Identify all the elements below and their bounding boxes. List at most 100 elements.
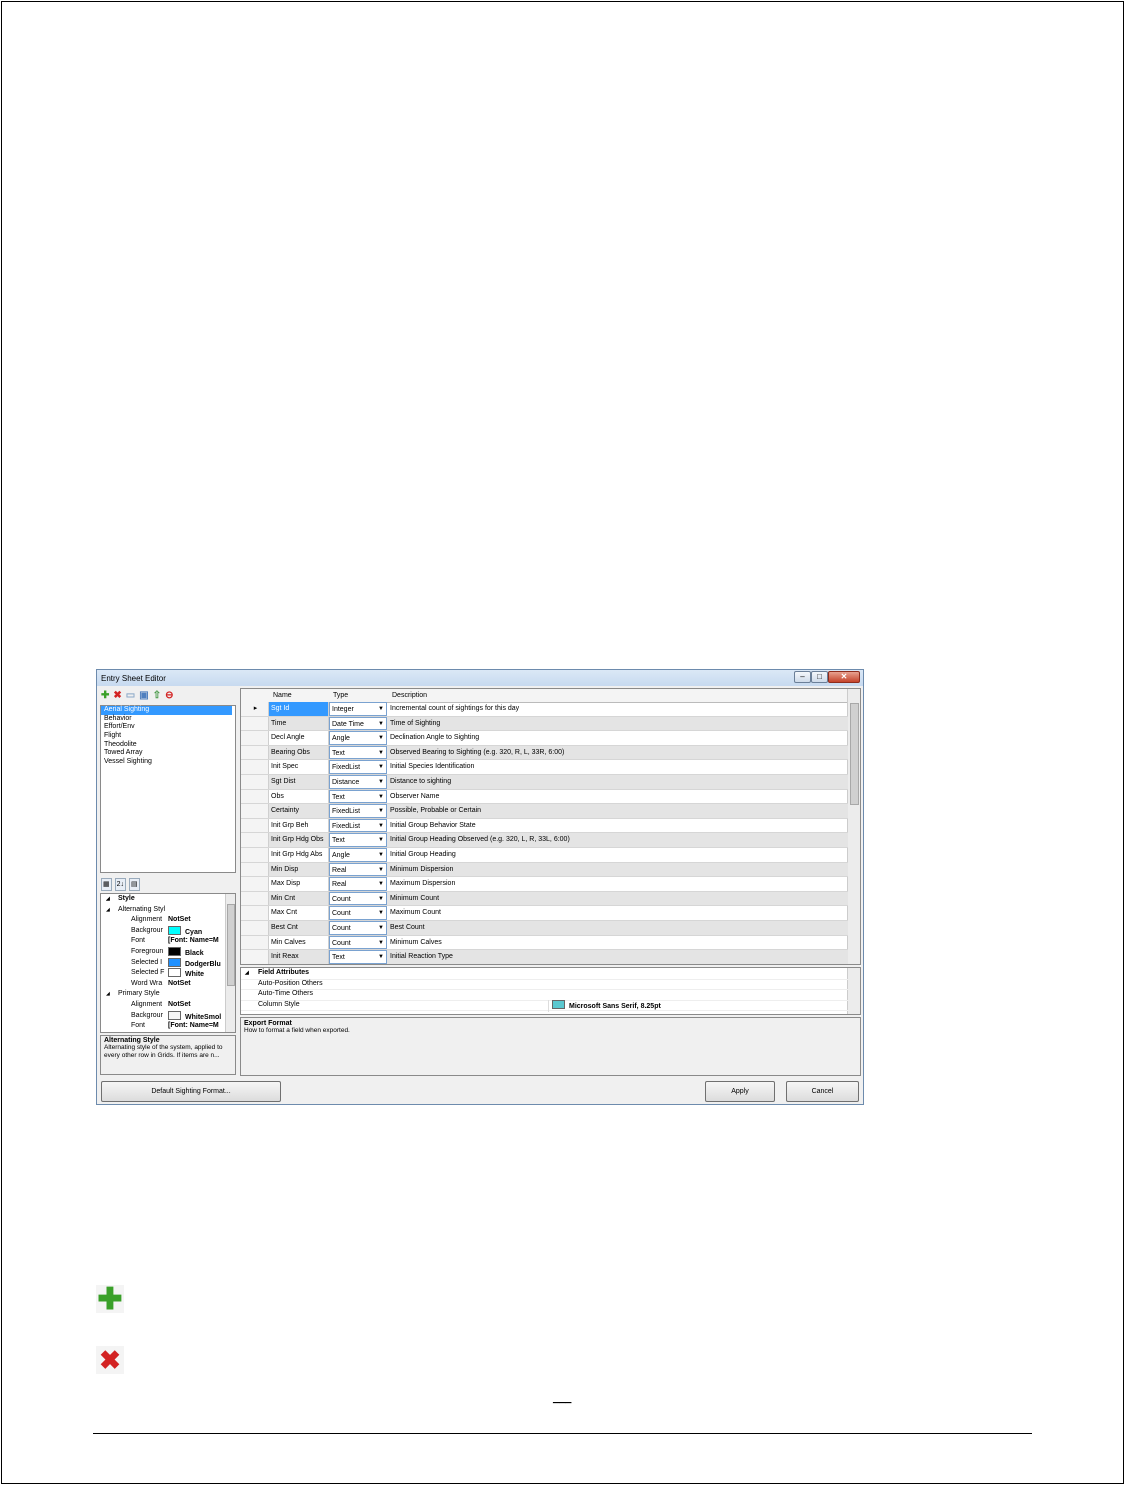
row-header[interactable] — [241, 906, 269, 920]
column-header-name[interactable]: Name — [273, 692, 292, 699]
field-name-cell[interactable]: Init Spec — [269, 760, 329, 774]
property-row[interactable]: Backgrour Cyan — [101, 925, 235, 937]
dropdown-arrow-icon[interactable]: ▼ — [378, 849, 384, 861]
sheet-list[interactable]: Aerial Sighting Behavior Effort/Env Flight T… — [100, 705, 236, 873]
dropdown-arrow-icon[interactable]: ▼ — [378, 732, 384, 744]
field-description-cell[interactable]: Maximum Dispersion — [388, 877, 848, 891]
table-row[interactable]: Bearing Obs Text ▼ Observed Bearing to Sigh… — [241, 745, 848, 761]
table-row[interactable]: Max Disp Real ▼ Maximum Dispersion — [241, 877, 848, 892]
table-row[interactable]: Min Calves Count ▼ Minimum Calves — [241, 935, 848, 951]
dropdown-arrow-icon[interactable]: ▼ — [378, 834, 384, 846]
table-row[interactable]: ▸ Sgt Id Integer ▼ Incremental count of sigh… — [241, 702, 848, 717]
table-row[interactable]: Init Spec FixedList ▼ Initial Species Ident… — [241, 760, 848, 775]
field-name-cell[interactable]: Sgt Id — [269, 702, 329, 716]
field-type-dropdown[interactable]: FixedList ▼ — [329, 804, 387, 818]
property-row[interactable]: Font [Font: Name=M — [101, 936, 235, 947]
field-name-cell[interactable]: Init Grp Beh — [269, 818, 329, 833]
table-row[interactable]: Min Cnt Count ▼ Minimum Count — [241, 891, 848, 907]
field-type-dropdown[interactable]: FixedList ▼ — [329, 818, 387, 833]
field-name-cell[interactable]: Sgt Dist — [269, 775, 329, 789]
field-description-cell[interactable]: Observer Name — [388, 790, 848, 804]
property-row[interactable]: Foregroun Black — [101, 946, 235, 958]
export-icon[interactable]: ⇧ — [153, 691, 161, 701]
field-type-dropdown[interactable]: Integer ▼ — [329, 702, 387, 716]
field-description-cell[interactable]: Declination Angle to Sighting — [388, 731, 848, 745]
stop-icon[interactable]: ⊖ — [165, 691, 173, 701]
dropdown-arrow-icon[interactable]: ▼ — [378, 893, 384, 905]
sheet-list-item[interactable]: Vessel Sighting — [101, 758, 235, 767]
property-row[interactable]: Font [Font: Name=M — [101, 1021, 235, 1032]
dropdown-arrow-icon[interactable]: ▼ — [378, 907, 384, 919]
property-value[interactable]: [Font: Name=M — [168, 936, 226, 947]
expander-icon[interactable]: ◢ — [106, 894, 110, 905]
dropdown-arrow-icon[interactable]: ▼ — [378, 805, 384, 817]
property-row[interactable]: Alignment NotSet — [101, 1000, 235, 1011]
delete-icon[interactable]: ✖ — [113, 691, 121, 701]
field-name-cell[interactable]: Init Grp Hdg Obs — [269, 833, 329, 847]
table-row[interactable]: Min Disp Real ▼ Minimum Dispersion — [241, 862, 848, 878]
expander-icon[interactable]: ◢ — [245, 968, 249, 979]
grid-scrollbar[interactable] — [847, 689, 860, 964]
expander-icon[interactable]: ◢ — [106, 905, 110, 916]
save-icon[interactable]: ▣ — [139, 691, 148, 701]
property-value[interactable]: NotSet — [168, 915, 226, 926]
property-row[interactable]: Word Wra NotSet — [101, 979, 235, 990]
table-row[interactable]: Init Grp Hdg Abs Angle ▼ Initial Group Head… — [241, 848, 848, 863]
property-category[interactable]: ◢ Alternating Styl — [101, 905, 235, 916]
dropdown-arrow-icon[interactable]: ▼ — [378, 820, 384, 832]
attributes-scrollbar[interactable] — [847, 968, 860, 1014]
dropdown-arrow-icon[interactable]: ▼ — [378, 878, 384, 890]
row-header[interactable] — [241, 833, 269, 847]
dropdown-arrow-icon[interactable]: ▼ — [378, 922, 384, 934]
table-row[interactable]: Time Date Time ▼ Time of Sighting — [241, 716, 848, 732]
row-header[interactable] — [241, 921, 269, 935]
dropdown-arrow-icon[interactable]: ▼ — [378, 761, 384, 773]
row-header[interactable] — [241, 862, 269, 877]
property-value[interactable]: [Font: Name=M — [168, 1021, 226, 1032]
property-category[interactable]: ◢ Primary Style — [101, 989, 235, 1000]
row-header[interactable]: ▸ — [241, 702, 269, 716]
field-name-cell[interactable]: Max Cnt — [269, 906, 329, 920]
dropdown-arrow-icon[interactable]: ▼ — [378, 747, 384, 759]
row-header[interactable] — [241, 745, 269, 760]
sheet-list-item[interactable]: Theodolite — [101, 741, 235, 750]
row-header[interactable] — [241, 716, 269, 731]
cancel-button[interactable]: Cancel — [786, 1081, 859, 1102]
add-icon[interactable]: ✚ — [101, 691, 109, 701]
property-value[interactable]: NotSet — [168, 979, 226, 990]
column-header-description[interactable]: Description — [392, 692, 427, 699]
row-header[interactable] — [241, 731, 269, 745]
field-type-dropdown[interactable]: Date Time ▼ — [329, 716, 387, 731]
field-name-cell[interactable]: Certainty — [269, 804, 329, 818]
alphabetical-sort-icon[interactable]: 2↓ — [114, 878, 127, 891]
dropdown-arrow-icon[interactable]: ▼ — [378, 776, 384, 788]
row-header[interactable] — [241, 950, 269, 964]
property-row[interactable]: Selected F White — [101, 968, 235, 979]
field-name-cell[interactable]: Time — [269, 716, 329, 731]
default-sighting-format-button[interactable]: Default Sighting Format... — [101, 1081, 281, 1102]
dropdown-arrow-icon[interactable]: ▼ — [378, 703, 384, 715]
field-attributes-grid[interactable]: ◢ Field Attributes Auto-Position Others Aut… — [240, 967, 861, 1015]
property-value[interactable]: NotSet — [168, 1000, 226, 1011]
row-header[interactable] — [241, 935, 269, 950]
sheet-list-item[interactable]: Effort/Env — [101, 723, 235, 732]
minimize-button[interactable]: – — [794, 671, 811, 683]
column-header-type[interactable]: Type — [333, 692, 348, 699]
field-name-cell[interactable]: Max Disp — [269, 877, 329, 891]
sheet-list-item[interactable]: Behavior — [101, 715, 235, 724]
table-row[interactable]: Certainty FixedList ▼ Possible, Probable or… — [241, 804, 848, 819]
categorized-view-icon[interactable]: ▦ — [101, 878, 112, 891]
row-header[interactable] — [241, 804, 269, 818]
table-row[interactable]: Decl Angle Angle ▼ Declination Angle to Sig… — [241, 731, 848, 746]
attribute-value[interactable]: Microsoft Sans Serif, 8.25pt — [548, 999, 661, 1013]
field-description-cell[interactable]: Minimum Count — [388, 892, 848, 906]
field-type-dropdown[interactable]: Text ▼ — [329, 950, 387, 964]
style-property-grid[interactable]: ◢ Style ◢ Alternating Styl Alignment NotSet Ba… — [100, 893, 236, 1033]
property-row[interactable]: Selected I DodgerBlu — [101, 957, 235, 969]
field-name-cell[interactable]: Bearing Obs — [269, 745, 329, 760]
field-type-dropdown[interactable]: Distance ▼ — [329, 775, 387, 789]
field-type-dropdown[interactable]: Count ▼ — [329, 935, 387, 950]
table-row[interactable]: Obs Text ▼ Observer Name — [241, 789, 848, 805]
table-row[interactable]: Best Cnt Count ▼ Best Count — [241, 921, 848, 936]
field-type-dropdown[interactable]: Angle ▼ — [329, 848, 387, 862]
